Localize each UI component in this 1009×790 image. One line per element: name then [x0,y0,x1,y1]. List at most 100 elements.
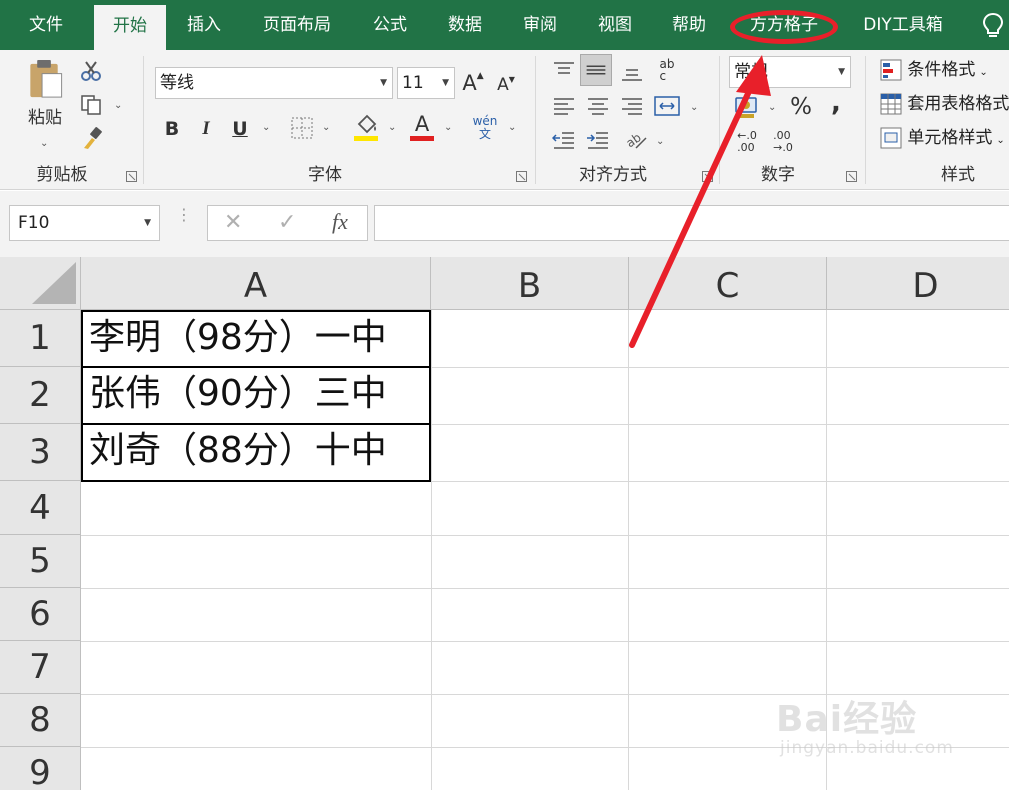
phonetic-guide-button[interactable]: wén 文 [472,112,498,144]
tab-data[interactable]: 数据 [434,0,496,50]
name-box[interactable]: F10 ▼ [9,205,160,241]
column-header-b[interactable]: B [431,257,629,310]
cell-a2[interactable]: 张伟（90分）三中 [81,366,431,425]
cell-a1[interactable]: 李明（98分）一中 [81,310,431,368]
group-divider [143,56,144,184]
row-header-7[interactable]: 7 [0,641,81,694]
formula-bar-grip-icon[interactable]: ⋮ [176,207,192,223]
align-center-icon[interactable] [586,96,610,118]
group-divider [535,56,536,184]
accounting-format-icon[interactable] [734,94,760,120]
cancel-edit-icon[interactable]: ✕ [224,210,242,235]
decrease-indent-icon[interactable] [552,130,576,152]
row-header-4[interactable]: 4 [0,481,81,535]
percent-style-button[interactable]: % [788,94,814,120]
number-group-label: 数字 [761,165,795,185]
fill-color-dropdown-arrow[interactable]: ⌄ [388,122,396,133]
align-middle-icon[interactable] [580,54,612,86]
paste-dropdown-arrow[interactable]: ⌄ [40,138,48,149]
conditional-formatting-button[interactable]: 条件格式 ⌄ [880,56,1009,84]
copy-dropdown-arrow[interactable]: ⌄ [114,100,122,111]
formula-bar: F10 ▼ ⋮ ✕ ✓ fx [0,191,1009,257]
row-header-8[interactable]: 8 [0,694,81,747]
formula-bar-buttons: ✕ ✓ fx [207,205,368,241]
ribbon: 粘贴 ⌄ ⌄ 剪贴板 等线 ▼ 11 ▼ A ▲ A ▼ B I U ⌄ ⌄ ⌄… [0,50,1009,190]
column-header-a[interactable]: A [81,257,431,310]
tab-formulas[interactable]: 公式 [360,0,420,50]
tab-diy-toolbox[interactable]: DIY工具箱 [848,0,958,50]
row-header-9[interactable]: 9 [0,747,81,790]
shrink-font-button[interactable]: A ▼ [494,72,518,98]
alignment-dialog-launcher-icon[interactable] [702,171,713,182]
accounting-dropdown-arrow[interactable]: ⌄ [768,102,776,113]
tab-help[interactable]: 帮助 [658,0,720,50]
paste-button[interactable]: 粘贴 [20,58,70,128]
formula-input[interactable] [374,205,1009,241]
italic-button[interactable]: I [194,114,218,144]
conditional-formatting-icon [880,59,902,81]
align-top-icon[interactable] [552,60,576,82]
fill-color-icon[interactable] [354,112,380,142]
column-header-d[interactable]: D [827,257,1009,310]
cell-a3[interactable]: 刘奇（88分）十中 [81,423,431,482]
wrap-text-button[interactable]: ab c [654,56,680,84]
tab-home[interactable]: 开始 [94,5,166,50]
increase-decimal-button[interactable]: ←.0 .00 [732,128,762,156]
row-header-2[interactable]: 2 [0,367,81,424]
ribbon-tab-bar: 文件 开始 插入 页面布局 公式 数据 审阅 视图 帮助 方方格子 DIY工具箱 [0,0,1009,50]
align-right-icon[interactable] [620,96,644,118]
align-bottom-icon[interactable] [620,60,644,82]
tab-view[interactable]: 视图 [584,0,646,50]
number-format-select[interactable]: 常规 ▼ [729,56,851,88]
bold-button[interactable]: B [160,114,184,144]
row-header-6[interactable]: 6 [0,588,81,641]
cell-styles-button[interactable]: 单元格样式 ⌄ [880,124,1009,152]
select-all-button[interactable] [0,257,81,310]
font-color-dropdown-arrow[interactable]: ⌄ [444,122,452,133]
cell-styles-label: 单元格样式 [907,128,993,148]
comma-style-button[interactable]: , [826,88,846,118]
orientation-icon[interactable]: ab [624,128,648,152]
font-color-button[interactable]: A [410,112,434,136]
column-header-c[interactable]: C [629,257,827,310]
font-size-value: 11 [402,73,424,93]
decrease-decimal-button[interactable]: .00 →.0 [768,128,798,156]
format-as-table-button[interactable]: 套用表格格式 [880,90,1009,118]
clipboard-icon [30,59,63,98]
align-left-icon[interactable] [552,96,576,118]
row-header-3[interactable]: 3 [0,424,81,481]
font-dialog-launcher-icon[interactable] [516,171,527,182]
copy-icon[interactable] [80,94,104,116]
insert-function-icon[interactable]: fx [332,209,348,235]
grow-font-button[interactable]: A ▲ [461,68,485,98]
merge-center-icon[interactable] [654,94,680,118]
clipboard-dialog-launcher-icon[interactable] [126,171,137,182]
tab-page-layout[interactable]: 页面布局 [250,0,344,50]
tab-file[interactable]: 文件 [14,0,78,50]
number-format-value: 常规 [734,62,768,82]
phonetic-dropdown-arrow[interactable]: ⌄ [508,122,516,133]
name-box-value: F10 [18,213,50,233]
font-color-swatch [410,136,434,141]
borders-icon[interactable] [290,116,314,140]
increase-indent-icon[interactable] [586,130,610,152]
borders-dropdown-arrow[interactable]: ⌄ [322,122,330,133]
confirm-edit-icon[interactable]: ✓ [278,210,296,235]
row-header-1[interactable]: 1 [0,310,81,367]
orientation-dropdown-arrow[interactable]: ⌄ [656,136,664,147]
alignment-group-label: 对齐方式 [579,165,647,185]
grow-font-glyph: A [462,71,477,95]
cut-icon[interactable] [80,60,102,82]
font-name-select[interactable]: 等线 ▼ [155,67,393,99]
tab-review[interactable]: 审阅 [510,0,570,50]
row-header-5[interactable]: 5 [0,535,81,588]
merge-dropdown-arrow[interactable]: ⌄ [690,102,698,113]
underline-button[interactable]: U [228,114,252,144]
lightbulb-icon[interactable] [982,12,1004,40]
underline-dropdown-arrow[interactable]: ⌄ [262,122,270,133]
number-dialog-launcher-icon[interactable] [846,171,857,182]
chevron-down-icon: ▼ [380,78,387,88]
font-size-select[interactable]: 11 ▼ [397,67,455,99]
format-painter-icon[interactable] [80,126,104,150]
tab-insert[interactable]: 插入 [174,0,234,50]
